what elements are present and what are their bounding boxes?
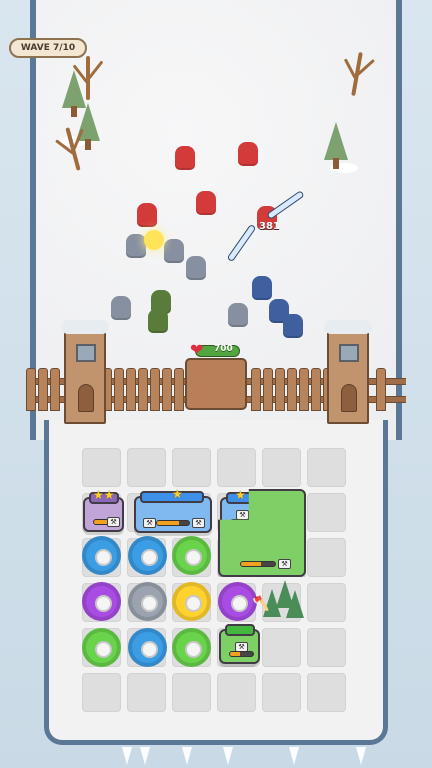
dead-tree-icon	[86, 56, 90, 100]
grid-cell[interactable]	[307, 448, 346, 487]
star-icon: ★	[172, 487, 183, 501]
axe-icon: ⚒	[192, 518, 205, 528]
grid-cell[interactable]	[307, 673, 346, 712]
enemy-unit	[196, 191, 216, 215]
knight-unit	[186, 256, 206, 280]
knight-unit	[126, 234, 146, 258]
grid-cell[interactable]	[127, 673, 166, 712]
mage-unit	[283, 314, 303, 338]
gear-icon[interactable]	[82, 536, 121, 575]
grid-cell[interactable]	[172, 673, 211, 712]
grid-cell[interactable]	[82, 448, 121, 487]
enemy-unit	[238, 142, 258, 166]
grid-cell[interactable]	[217, 673, 256, 712]
left-watchtower	[61, 320, 109, 424]
right-watchtower	[324, 320, 372, 424]
knight-unit	[111, 296, 131, 320]
knight-unit	[164, 239, 184, 263]
tree-icon	[324, 122, 348, 169]
hammer-icon: ⚒	[107, 517, 120, 527]
enemy-unit	[137, 203, 157, 227]
knight-unit	[228, 303, 248, 327]
castle-gate	[185, 358, 247, 410]
gear-icon[interactable]	[128, 582, 167, 621]
game-screen: WAVE 7/10 381 ❤ 700 ★★ ⚒ ★ ⚒ ⚒ ★ ⚒ ⚒ 🪓 ⚒	[0, 0, 432, 768]
grid-cell[interactable]	[307, 628, 346, 667]
upgrade-building[interactable]: ★ ⚒ ⚒	[134, 487, 212, 533]
axe-icon: ⚒	[143, 518, 156, 528]
barracks-building[interactable]: ★★ ⚒	[83, 488, 124, 532]
gear-icon[interactable]	[172, 536, 211, 575]
enemy-unit	[175, 146, 195, 170]
grid-cell[interactable]	[262, 628, 301, 667]
grid-cell[interactable]	[82, 673, 121, 712]
gear-icon[interactable]	[172, 628, 211, 667]
grid-cell[interactable]	[307, 583, 346, 622]
damage-number: 381	[259, 221, 280, 232]
heart-icon: ❤	[190, 340, 204, 359]
spark-effect	[144, 230, 164, 250]
mage-unit	[252, 276, 272, 300]
green-hut[interactable]: ⚒	[219, 624, 260, 664]
ally-unit	[148, 309, 168, 333]
grid-cell[interactable]	[262, 448, 301, 487]
star-icon: ★★	[93, 488, 115, 502]
gate-health-value: 700	[214, 344, 233, 354]
gear-icon[interactable]	[172, 582, 211, 621]
grid-cell[interactable]	[262, 673, 301, 712]
grid-cell[interactable]	[127, 448, 166, 487]
wave-indicator: WAVE 7/10	[9, 38, 87, 58]
axe-icon[interactable]: 🪓	[252, 596, 269, 612]
gear-icon[interactable]	[128, 628, 167, 667]
grid-cell[interactable]	[172, 448, 211, 487]
merge-grid	[82, 448, 352, 716]
gear-icon[interactable]	[128, 536, 167, 575]
gear-icon[interactable]	[82, 628, 121, 667]
star-icon: ★	[235, 488, 246, 502]
grid-cell[interactable]	[307, 538, 346, 577]
hammer-icon: ⚒	[278, 559, 291, 569]
gear-icon[interactable]	[82, 582, 121, 621]
grid-cell[interactable]	[217, 448, 256, 487]
grid-cell[interactable]	[307, 493, 346, 532]
